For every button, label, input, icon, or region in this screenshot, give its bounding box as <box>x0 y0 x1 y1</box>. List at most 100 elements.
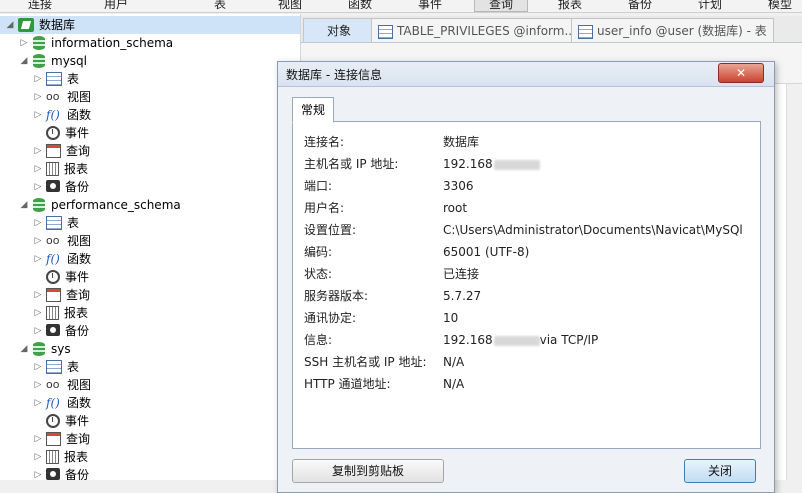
tab-user-info[interactable]: user_info @user (数据库) - 表 <box>571 18 774 42</box>
tree-item[interactable]: ◢ performance_schema <box>0 196 300 214</box>
info-row: 连接名: 数据库 <box>304 134 479 150</box>
redacted-text <box>493 159 540 170</box>
expand-arrow-icon[interactable]: ▷ <box>32 178 44 196</box>
expand-arrow-icon[interactable]: ▷ <box>32 142 44 160</box>
menu-item[interactable]: 报表 <box>558 0 582 12</box>
tree-item-label: 函数 <box>67 252 92 266</box>
tab-table-privileges[interactable]: TABLE_PRIVILEGES @inform... <box>371 18 583 42</box>
expand-arrow-icon[interactable]: ▷ <box>32 376 44 394</box>
tree-item[interactable]: ▷ 表 <box>0 214 300 232</box>
copy-to-clipboard-button[interactable]: 复制到剪贴板 <box>292 459 444 483</box>
navigation-tree: ◢ 数据库 ▷ information_schema ◢ mysql ▷ 表 ▷ oo 视图 ▷ f()… <box>0 14 301 480</box>
tree-item[interactable]: ▷ 表 <box>0 70 300 88</box>
menu-item[interactable]: 用户 <box>104 0 128 12</box>
info-row: SSH 主机名或 IP 地址: N/A <box>304 354 464 370</box>
tree-item-label: performance_schema <box>51 198 181 212</box>
menu-item[interactable]: 连接 <box>28 0 52 12</box>
dialog-titlebar[interactable]: 数据库 - 连接信息 ✕ <box>278 62 774 87</box>
tree-item[interactable]: ▷ 查询 <box>0 430 300 448</box>
tree-item[interactable]: ▷ f() 函数 <box>0 250 300 268</box>
tree-item-label: 事件 <box>65 126 90 140</box>
tree-item[interactable]: ▷ f() 函数 <box>0 106 300 124</box>
redacted-text <box>493 335 540 346</box>
menu-item[interactable]: 事件 <box>418 0 442 12</box>
tree-item[interactable]: ▷ oo 视图 <box>0 376 300 394</box>
expand-arrow-icon[interactable]: ▷ <box>32 70 44 88</box>
tree-item-label: 报表 <box>64 306 89 320</box>
expand-arrow-icon[interactable]: ▷ <box>32 286 44 304</box>
tree-item[interactable]: ◢ 数据库 <box>0 16 300 34</box>
expand-arrow-icon[interactable]: ▷ <box>32 448 44 466</box>
menu-item[interactable]: 表 <box>214 0 226 12</box>
tree-item[interactable]: 事件 <box>0 412 300 430</box>
tree-item[interactable]: ▷ 报表 <box>0 160 300 178</box>
backup-icon <box>46 468 60 480</box>
tree-item[interactable]: ▷ 备份 <box>0 466 300 480</box>
tree-item[interactable]: ▷ 查询 <box>0 286 300 304</box>
expand-arrow-icon[interactable]: ▷ <box>32 322 44 340</box>
collapse-arrow-icon[interactable]: ◢ <box>18 340 30 358</box>
expand-arrow-icon[interactable]: ▷ <box>32 304 44 322</box>
collapse-arrow-icon[interactable]: ◢ <box>18 196 30 214</box>
report-icon <box>46 162 59 176</box>
info-row: 通讯协定: 10 <box>304 310 458 326</box>
tree-item[interactable]: ▷ 表 <box>0 358 300 376</box>
expand-arrow-icon[interactable]: ▷ <box>32 394 44 412</box>
info-value: N/A <box>443 355 465 369</box>
menu-item[interactable]: 计划 <box>698 0 722 12</box>
tab-objects[interactable]: 对象 <box>303 18 375 42</box>
tree-item-label: 表 <box>67 72 80 86</box>
vertical-scrollbar[interactable] <box>786 84 802 480</box>
collapse-arrow-icon[interactable]: ◢ <box>4 16 16 34</box>
tree-item[interactable]: ▷ oo 视图 <box>0 88 300 106</box>
menu-item[interactable]: 模型 <box>768 0 792 12</box>
tree-item-label: 视图 <box>67 378 92 392</box>
main-menu-bar: 连接 用户 表 视图 函数 事件 查询 报表 备份 计划 模型 <box>0 0 802 13</box>
view-icon: oo <box>46 378 60 391</box>
expand-arrow-icon[interactable]: ▷ <box>32 430 44 448</box>
table-icon <box>378 24 393 39</box>
tree-item[interactable]: ▷ 查询 <box>0 142 300 160</box>
menu-item[interactable]: 查询 <box>474 0 529 12</box>
tree-item[interactable]: ▷ 报表 <box>0 448 300 466</box>
tree-item[interactable]: ▷ oo 视图 <box>0 232 300 250</box>
database-icon <box>32 342 46 356</box>
tree-item[interactable]: ▷ 备份 <box>0 178 300 196</box>
tree-item[interactable]: ▷ f() 函数 <box>0 394 300 412</box>
menu-item[interactable]: 视图 <box>278 0 302 12</box>
tab-general[interactable]: 常规 <box>292 97 335 123</box>
expand-arrow-icon[interactable]: ▷ <box>32 250 44 268</box>
tree-item[interactable]: ◢ sys <box>0 340 300 358</box>
tree-item[interactable]: 事件 <box>0 124 300 142</box>
info-value: root <box>443 201 468 215</box>
tree-item[interactable]: ▷ 报表 <box>0 304 300 322</box>
expand-arrow-icon[interactable]: ▷ <box>32 88 44 106</box>
expand-arrow-icon[interactable]: ▷ <box>32 106 44 124</box>
database-icon <box>32 198 46 212</box>
expand-arrow-icon[interactable]: ▷ <box>32 358 44 376</box>
tree-item-label: mysql <box>51 54 87 68</box>
query-icon <box>46 288 61 302</box>
info-row: 端口: 3306 <box>304 178 474 194</box>
info-row: 服务器版本: 5.7.27 <box>304 288 481 304</box>
close-button[interactable]: 关闭 <box>684 459 756 483</box>
dialog-close-icon[interactable]: ✕ <box>718 63 764 83</box>
expand-arrow-icon[interactable]: ▷ <box>32 232 44 250</box>
expand-arrow-icon[interactable]: ▷ <box>32 160 44 178</box>
tree-item[interactable]: ▷ information_schema <box>0 34 300 52</box>
info-label: 用户名: <box>304 201 345 215</box>
tree-item-label: 备份 <box>65 180 90 194</box>
expand-arrow-icon[interactable]: ▷ <box>32 466 44 480</box>
expand-arrow-icon[interactable]: ▷ <box>32 214 44 232</box>
tree-item[interactable]: ◢ mysql <box>0 52 300 70</box>
database-icon <box>32 36 46 50</box>
tab-user-info-label: user_info @user (数据库) - 表 <box>597 24 767 38</box>
tree-item[interactable]: 事件 <box>0 268 300 286</box>
expand-arrow-icon[interactable]: ▷ <box>18 34 30 52</box>
function-icon: f() <box>46 252 60 266</box>
tree-item[interactable]: ▷ 备份 <box>0 322 300 340</box>
info-label: 设置位置: <box>304 223 357 237</box>
menu-item[interactable]: 函数 <box>348 0 372 12</box>
collapse-arrow-icon[interactable]: ◢ <box>18 52 30 70</box>
menu-item[interactable]: 备份 <box>628 0 652 12</box>
